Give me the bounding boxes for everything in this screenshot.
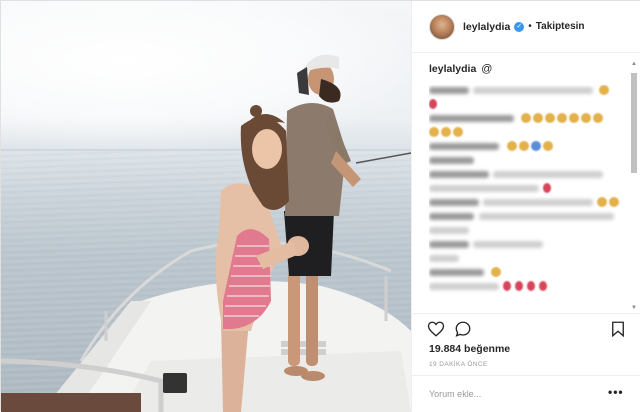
- blurred-comment: [429, 197, 629, 207]
- blurred-comment: [429, 239, 629, 249]
- follow-status-button[interactable]: Takiptesin: [536, 21, 585, 32]
- post-details-panel: leylalydia ✓ • Takiptesin leylalydia @ ▲…: [411, 1, 640, 412]
- comments-scrollbar[interactable]: ▲ ▼: [630, 61, 638, 311]
- scroll-up-arrow-icon[interactable]: ▲: [631, 61, 637, 67]
- bookmark-icon[interactable]: [609, 320, 627, 338]
- verified-badge-icon: ✓: [514, 21, 525, 32]
- caption-username[interactable]: leylalydia: [429, 63, 476, 75]
- instagram-post: leylalydia ✓ • Takiptesin leylalydia @ ▲…: [0, 0, 640, 412]
- action-bar: [412, 313, 640, 343]
- post-photo[interactable]: [1, 1, 411, 412]
- avatar[interactable]: [429, 13, 455, 40]
- boat-scene: [1, 54, 411, 412]
- likes-count[interactable]: 19.884 beğenme: [429, 343, 510, 355]
- post-time: 19 DAKİKA ÖNCE: [429, 361, 488, 368]
- more-options-icon[interactable]: •••: [608, 385, 624, 399]
- blurred-comment: [429, 211, 629, 221]
- spiral-emoji-icon: @: [481, 63, 493, 75]
- blurred-comment: [429, 281, 629, 291]
- blurred-comment: [429, 183, 629, 193]
- caption: leylalydia @: [429, 63, 492, 75]
- scroll-down-arrow-icon[interactable]: ▼: [631, 305, 637, 311]
- comment-bubble-icon[interactable]: [454, 320, 472, 338]
- blurred-comment: [429, 127, 629, 137]
- separator-dot: •: [528, 21, 532, 32]
- blurred-comment: [429, 99, 629, 109]
- post-header: leylalydia ✓ • Takiptesin: [412, 1, 640, 53]
- comment-input[interactable]: [429, 386, 589, 402]
- blurred-comment: [429, 169, 629, 179]
- blurred-comment: [429, 85, 629, 95]
- blurred-comment: [429, 225, 629, 235]
- blurred-comment: [429, 253, 629, 263]
- blurred-comment: [429, 113, 629, 123]
- heart-icon[interactable]: [427, 320, 445, 338]
- blurred-comment: [429, 155, 629, 165]
- scroll-thumb[interactable]: [631, 73, 637, 173]
- header-username[interactable]: leylalydia: [463, 21, 510, 33]
- blurred-comment: [429, 267, 629, 277]
- comments-list[interactable]: [429, 85, 629, 309]
- comment-form: •••: [412, 375, 640, 412]
- blurred-comment: [429, 141, 629, 151]
